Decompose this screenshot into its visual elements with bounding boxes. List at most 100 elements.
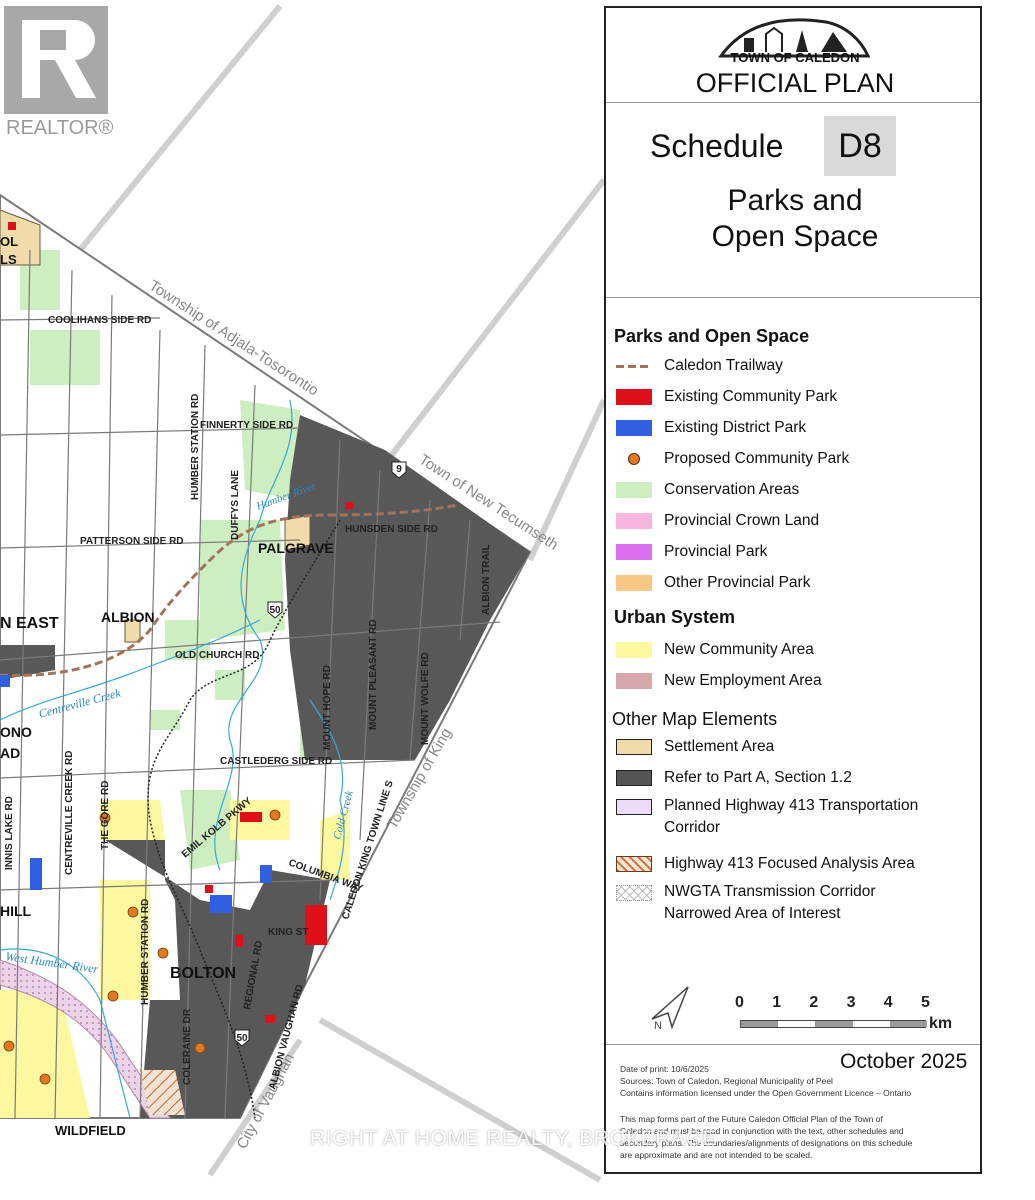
road-label: MOUNT HOPE RD xyxy=(322,665,333,750)
legend-swatch xyxy=(616,673,652,689)
scale-tick-label: 4 xyxy=(883,994,893,1011)
scale-tick-label: 1 xyxy=(772,994,782,1011)
legend-swatch xyxy=(616,544,652,560)
place-label-hill: HILL xyxy=(0,903,32,919)
legend-swatch xyxy=(616,885,652,901)
scale-segment xyxy=(852,1021,890,1027)
place-label-ad: AD xyxy=(0,745,20,761)
place-label-wildfield: WILDFIELD xyxy=(55,1123,126,1138)
legend-swatch xyxy=(616,739,652,755)
divider xyxy=(606,297,980,298)
plan-title: OFFICIAL PLAN xyxy=(695,68,895,98)
legend-swatch xyxy=(616,420,652,436)
legend-heading-urban: Urban System xyxy=(614,607,736,627)
scale-tick-label: 3 xyxy=(846,994,856,1011)
legend-item: New Employment Area xyxy=(616,669,822,693)
legend-item-label: NWGTA Transmission Corridor xyxy=(664,883,876,900)
schedule-label: Schedule xyxy=(650,128,784,164)
place-label-ls: LS xyxy=(0,252,17,267)
legend-item-label-line2: Corridor xyxy=(664,819,720,836)
scale-segment xyxy=(889,1021,927,1027)
legend-heading-other: Other Map Elements xyxy=(612,709,778,729)
legend-item-label: Proposed Community Park xyxy=(664,450,850,467)
legend-item: Highway 413 Focused Analysis Area xyxy=(616,852,915,876)
legend-item: Provincial Park xyxy=(616,540,767,564)
road-label: HUMBER STATION RD xyxy=(140,899,151,1005)
scale-segment xyxy=(741,1021,779,1027)
place-label-palgrave: PALGRAVE xyxy=(258,540,334,556)
legend-item: Settlement Area xyxy=(616,735,774,759)
road-label: MOUNT WOLFE RD xyxy=(420,652,431,745)
scale-segment xyxy=(778,1021,816,1027)
divider xyxy=(606,102,980,103)
scale-tick-label: 5 xyxy=(921,994,930,1011)
legend-item-label-line2: Narrowed Area of Interest xyxy=(664,905,841,922)
svg-text:N: N xyxy=(654,1020,662,1031)
legend-item-label: Conservation Areas xyxy=(664,481,800,498)
legend-swatch xyxy=(616,513,652,529)
legend-item: Caledon Trailway xyxy=(616,354,783,378)
legend-swatch xyxy=(616,482,652,498)
road-label: CENTREVILLE CREEK RD xyxy=(64,751,75,875)
scale-bar-body xyxy=(740,1020,927,1028)
divider xyxy=(606,1044,980,1045)
legend-item-label: Planned Highway 413 Transportation xyxy=(664,797,919,814)
place-label-bolton: BOLTON xyxy=(170,965,236,982)
scale-tick-label: 0 xyxy=(735,994,744,1011)
legend-item-label: Provincial Park xyxy=(664,543,768,560)
legend-item: Existing Community Park xyxy=(616,385,837,409)
legend-item-label: Existing District Park xyxy=(664,419,807,436)
place-label-ono: ONO xyxy=(0,724,32,740)
legend-item: Proposed Community Park xyxy=(616,447,849,471)
road-label: HUNSDEN SIDE RD xyxy=(345,524,438,535)
road-label: ALBION TRAIL xyxy=(481,544,492,615)
legend-item-label: Settlement Area xyxy=(664,738,775,755)
road-label: THE GORE RD xyxy=(100,781,111,850)
legend-swatch xyxy=(616,642,652,658)
road-label: MOUNT PLEASANT RD xyxy=(368,619,379,730)
road-label: PATTERSON SIDE RD xyxy=(80,536,184,547)
legend-item: Refer to Part A, Section 1.2 xyxy=(616,766,852,790)
schedule-title-line2: Open Space xyxy=(711,220,879,253)
legend-item-label: New Employment Area xyxy=(664,672,822,689)
legend-item: Existing District Park xyxy=(616,416,806,440)
scale-tick-label: 2 xyxy=(809,994,819,1011)
road-label: FINNERTY SIDE RD xyxy=(200,420,293,431)
legend-swatch xyxy=(616,575,652,591)
town-name: TOWN OF CALEDON xyxy=(730,50,860,65)
legend-swatch xyxy=(616,799,652,815)
legend-swatch xyxy=(616,364,652,368)
map-canvas: 9 50 50 Township of Adjala-Tosorontio To… xyxy=(0,0,604,1200)
scale-segment xyxy=(815,1021,853,1027)
legend-swatch xyxy=(616,770,652,786)
legend-item-label: New Community Area xyxy=(664,641,814,658)
place-label-east: N EAST xyxy=(0,615,59,632)
legend-item-label: Highway 413 Focused Analysis Area xyxy=(664,855,915,872)
road-label: INNIS LAKE RD xyxy=(4,796,15,870)
highway-50-label: 50 xyxy=(236,1033,248,1044)
legend-swatch xyxy=(616,451,652,467)
legend-item: Provincial Crown Land xyxy=(616,509,819,533)
legend-swatch xyxy=(616,856,652,872)
legend-item-label: Other Provincial Park xyxy=(664,574,811,591)
legend-panel: TOWN OF CALEDON OFFICIAL PLAN Schedule D… xyxy=(604,6,982,1174)
realtor-wordmark: REALTOR® xyxy=(6,117,114,139)
legend-item-label: Provincial Crown Land xyxy=(664,512,820,529)
legend-item: Other Provincial Park xyxy=(616,571,810,595)
road-label: COLERAINE DR xyxy=(182,1008,193,1085)
road-label: KING ST xyxy=(268,927,309,938)
sources-text: Sources: Town of Caledon, Regional Munic… xyxy=(620,1076,833,1086)
north-arrow-icon: N xyxy=(651,986,689,1031)
highway-9-label: 9 xyxy=(396,464,402,475)
realtor-logo xyxy=(4,6,108,114)
place-label-albion: ALBION xyxy=(101,609,155,625)
scale-unit: km xyxy=(929,1015,953,1032)
schedule-code: D8 xyxy=(824,116,896,176)
road-label: OLD CHURCH RD xyxy=(175,650,259,661)
watermark-text: RIGHT AT HOME REALTY, BROKERAGE xyxy=(310,1127,717,1150)
road-label: CASTLEDERG SIDE RD xyxy=(220,756,332,767)
licence-text: Contains information licensed under the … xyxy=(620,1088,912,1098)
legend-item-label: Caledon Trailway xyxy=(664,357,783,374)
legend-heading-parks: Parks and Open Space xyxy=(614,326,810,346)
legend-item: Planned Highway 413 Transportation Corrid… xyxy=(616,797,918,843)
